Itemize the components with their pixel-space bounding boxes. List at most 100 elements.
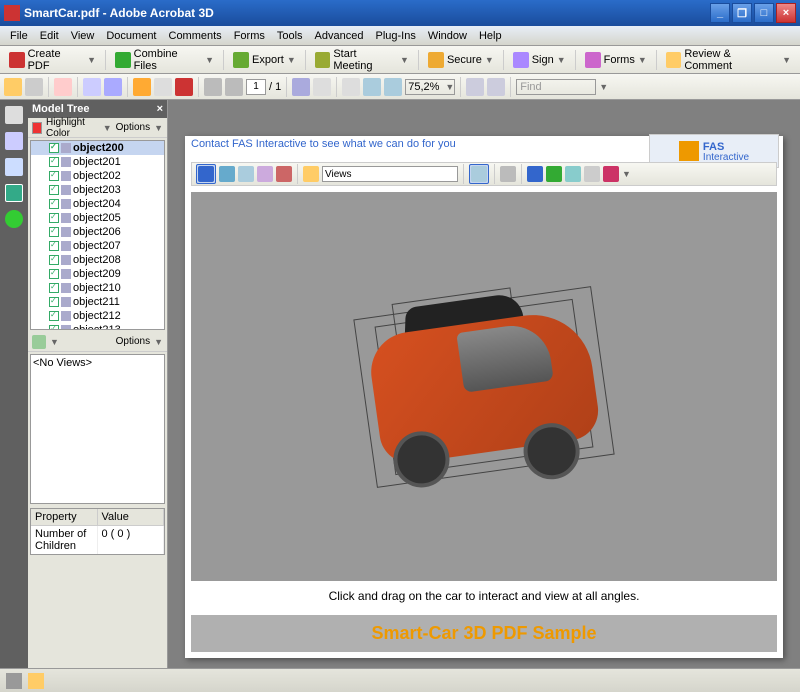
part-options-icon[interactable]: [471, 166, 487, 182]
tree-item[interactable]: object207: [31, 239, 164, 253]
walk-icon[interactable]: [276, 166, 292, 182]
tree-item[interactable]: object200: [31, 141, 164, 155]
close-button[interactable]: ×: [776, 3, 796, 23]
export-button[interactable]: Export▼: [228, 49, 301, 71]
views-icon[interactable]: [32, 335, 46, 349]
model-render-icon[interactable]: [527, 166, 543, 182]
checkbox-icon[interactable]: [49, 199, 59, 209]
menu-document[interactable]: Document: [100, 28, 162, 44]
email-icon[interactable]: [54, 78, 72, 96]
tree-item[interactable]: object205: [31, 211, 164, 225]
views-options-label[interactable]: Options: [116, 336, 150, 347]
checkbox-icon[interactable]: [49, 227, 59, 237]
bookmarks-panel-icon[interactable]: [5, 132, 23, 150]
maximize-button[interactable]: □: [754, 3, 774, 23]
restore-button[interactable]: ❐: [732, 3, 752, 23]
fit-width-icon[interactable]: [466, 78, 484, 96]
combine-files-button[interactable]: Combine Files▼: [110, 45, 219, 75]
page-number-input[interactable]: [246, 79, 266, 95]
3d-canvas[interactable]: [191, 192, 777, 581]
tree-item[interactable]: object210: [31, 281, 164, 295]
checkbox-icon[interactable]: [49, 311, 59, 321]
print-icon[interactable]: [25, 78, 43, 96]
checkbox-icon[interactable]: [49, 269, 59, 279]
close-panel-icon[interactable]: ×: [157, 103, 163, 115]
start-meeting-button[interactable]: Start Meeting▼: [310, 45, 414, 75]
sun-icon[interactable]: [133, 78, 151, 96]
checkbox-icon[interactable]: [49, 283, 59, 293]
checkbox-icon[interactable]: [49, 171, 59, 181]
document-area[interactable]: Contact FAS Interactive to see what we c…: [168, 100, 800, 668]
hand-icon[interactable]: [313, 78, 331, 96]
minimize-button[interactable]: _: [710, 3, 730, 23]
menu-advanced[interactable]: Advanced: [309, 28, 370, 44]
checkbox-icon[interactable]: [49, 325, 59, 330]
checkbox-icon[interactable]: [49, 185, 59, 195]
select-icon[interactable]: [292, 78, 310, 96]
play-icon[interactable]: [500, 166, 516, 182]
menu-plugins[interactable]: Plug-Ins: [369, 28, 421, 44]
create-pdf-button[interactable]: Create PDF▼: [4, 45, 101, 75]
menu-tools[interactable]: Tools: [271, 28, 309, 44]
tree-item[interactable]: object212: [31, 309, 164, 323]
options-label[interactable]: Options: [116, 122, 150, 133]
measure-icon[interactable]: [603, 166, 619, 182]
record-icon[interactable]: [175, 78, 193, 96]
checkbox-icon[interactable]: [49, 143, 59, 153]
views-dropdown[interactable]: [322, 166, 458, 182]
background-icon[interactable]: [565, 166, 581, 182]
capture-icon[interactable]: [83, 78, 101, 96]
forms-button[interactable]: Forms▼: [580, 49, 652, 71]
rotate-icon[interactable]: [198, 166, 214, 182]
next-page-icon[interactable]: [225, 78, 243, 96]
pages-panel-icon[interactable]: [5, 106, 23, 124]
model-tree-panel-icon[interactable]: [5, 184, 23, 202]
checkbox-icon[interactable]: [49, 297, 59, 307]
checkbox-icon[interactable]: [49, 241, 59, 251]
checkbox-icon[interactable]: [49, 213, 59, 223]
secure-button[interactable]: Secure▼: [423, 49, 499, 71]
tree-item[interactable]: object209: [31, 267, 164, 281]
review-comment-button[interactable]: Review & Comment▼: [661, 45, 796, 75]
menu-edit[interactable]: Edit: [34, 28, 65, 44]
car-model[interactable]: [342, 274, 626, 498]
tree-item[interactable]: object204: [31, 197, 164, 211]
tree-item[interactable]: object211: [31, 295, 164, 309]
spin-icon[interactable]: [219, 166, 235, 182]
signatures-panel-icon[interactable]: [5, 158, 23, 176]
page-icon[interactable]: [154, 78, 172, 96]
object-tree-list[interactable]: object200object201object202object203obje…: [30, 140, 165, 330]
lighting-icon[interactable]: [546, 166, 562, 182]
search-icon[interactable]: [104, 78, 122, 96]
pan-icon[interactable]: [238, 166, 254, 182]
prev-page-icon[interactable]: [204, 78, 222, 96]
marquee-zoom-icon[interactable]: [342, 78, 360, 96]
home-icon[interactable]: [303, 166, 319, 182]
zoom-in-icon[interactable]: [384, 78, 402, 96]
fit-page-icon[interactable]: [487, 78, 505, 96]
tree-item[interactable]: object202: [31, 169, 164, 183]
sign-button[interactable]: Sign▼: [508, 49, 571, 71]
menu-forms[interactable]: Forms: [228, 28, 271, 44]
zoom-out-icon[interactable]: [363, 78, 381, 96]
tree-item[interactable]: object213: [31, 323, 164, 330]
attachment-icon[interactable]: [6, 673, 22, 689]
views-list[interactable]: <No Views>: [30, 354, 165, 504]
menu-help[interactable]: Help: [473, 28, 508, 44]
tree-item[interactable]: object201: [31, 155, 164, 169]
tree-item[interactable]: object208: [31, 253, 164, 267]
checkbox-icon[interactable]: [49, 157, 59, 167]
cross-section-icon[interactable]: [584, 166, 600, 182]
contact-link[interactable]: Contact FAS Interactive to see what we c…: [191, 138, 456, 154]
zoom-3d-icon[interactable]: [257, 166, 273, 182]
menu-comments[interactable]: Comments: [163, 28, 228, 44]
find-input[interactable]: Find: [516, 79, 596, 95]
help-icon[interactable]: [5, 210, 23, 228]
zoom-level-input[interactable]: 75,2%▼: [405, 79, 455, 95]
menu-view[interactable]: View: [65, 28, 101, 44]
tree-item[interactable]: object203: [31, 183, 164, 197]
tree-item[interactable]: object206: [31, 225, 164, 239]
checkbox-icon[interactable]: [49, 255, 59, 265]
open-icon[interactable]: [4, 78, 22, 96]
menu-window[interactable]: Window: [422, 28, 473, 44]
